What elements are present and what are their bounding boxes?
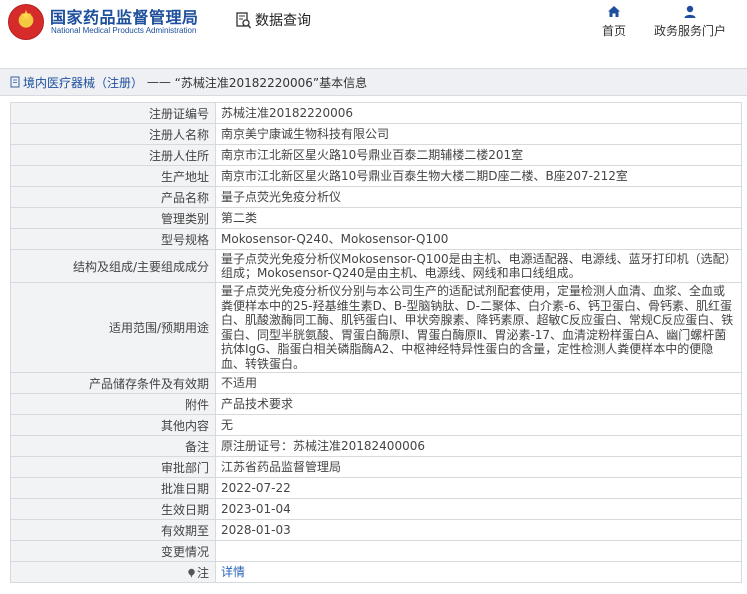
row-intended-use: 适用范围/预期用途 量子点荧光免疫分析仪分别与本公司生产的适配试剂配套使用，定量检…	[10, 282, 742, 373]
row-change-history: 变更情况	[10, 540, 742, 562]
field-value: 量子点荧光免疫分析仪	[215, 186, 742, 208]
row-structure-composition: 结构及组成/主要组成成分 量子点荧光免疫分析仪Mokosensor-Q100是由主…	[10, 249, 742, 283]
field-label: 结构及组成/主要组成成分	[10, 249, 216, 283]
user-icon	[684, 5, 696, 18]
document-icon	[10, 76, 20, 88]
field-value: 量子点荧光免疫分析仪Mokosensor-Q100是由主机、电源适配器、电源线、…	[215, 249, 742, 283]
field-value: 南京美宁康诚生物科技有限公司	[215, 123, 742, 145]
row-registration-number: 注册证编号 苏械注准20182220006	[10, 102, 742, 124]
row-storage-validity: 产品储存条件及有效期 不适用	[10, 372, 742, 394]
field-label: 其他内容	[10, 414, 216, 436]
field-label: 批准日期	[10, 477, 216, 499]
field-label: 生产地址	[10, 165, 216, 187]
row-effective-date: 生效日期 2023-01-04	[10, 498, 742, 520]
field-label: 附件	[10, 393, 216, 415]
field-value: 详情	[215, 561, 742, 583]
breadcrumb-category-link[interactable]: 境内医疗器械（注册）	[23, 74, 143, 91]
data-query-link[interactable]: 数据查询	[236, 9, 311, 31]
field-label: 注册证编号	[10, 102, 216, 124]
row-production-address: 生产地址 南京市江北新区星火路10号鼎业百泰生物大楼二期D座二楼、B座207-21…	[10, 165, 742, 187]
row-registrant-name: 注册人名称 南京美宁康诚生物科技有限公司	[10, 123, 742, 145]
field-value	[215, 540, 742, 562]
field-value: 2022-07-22	[215, 477, 742, 499]
field-value: 第二类	[215, 207, 742, 229]
field-label: 备注	[10, 435, 216, 457]
breadcrumb: 境内医疗器械（注册） —— “苏械注准20182220006”基本信息	[0, 68, 747, 96]
nav-service-label: 政务服务门户	[653, 24, 726, 38]
row-remarks: 备注 原注册证号：苏械注准20182400006	[10, 435, 742, 457]
details-link[interactable]: 详情	[221, 565, 245, 579]
field-value: 江苏省药品监督管理局	[215, 456, 742, 478]
row-model-spec: 型号规格 Mokosensor-Q240、Mokosensor-Q100	[10, 228, 742, 250]
nav-home[interactable]: 首页	[597, 4, 631, 39]
field-label: 变更情况	[10, 540, 216, 562]
nmpa-emblem-logo[interactable]	[8, 4, 44, 40]
field-label-with-icon: 注	[10, 561, 216, 583]
row-registrant-address: 注册人住所 南京市江北新区星火路10号鼎业百泰二期辅楼二楼201室	[10, 144, 742, 166]
field-label: 产品名称	[10, 186, 216, 208]
breadcrumb-separator: ——	[143, 75, 175, 89]
field-value: 苏械注准20182220006	[215, 102, 742, 124]
document-search-icon	[236, 11, 251, 28]
field-label: 注册人住所	[10, 144, 216, 166]
row-product-name: 产品名称 量子点荧光免疫分析仪	[10, 186, 742, 208]
site-header: 国家药品监督管理局 National Medical Products Admi…	[0, 0, 747, 48]
field-label: 生效日期	[10, 498, 216, 520]
field-value: 原注册证号：苏械注准20182400006	[215, 435, 742, 457]
field-label: 注册人名称	[10, 123, 216, 145]
field-value: 南京市江北新区星火路10号鼎业百泰二期辅楼二楼201室	[215, 144, 742, 166]
field-label: 审批部门	[10, 456, 216, 478]
record-detail-table: 注册证编号 苏械注准20182220006 注册人名称 南京美宁康诚生物科技有限公司…	[10, 102, 742, 583]
breadcrumb-record-title: “苏械注准20182220006”基本信息	[174, 75, 368, 90]
field-label: 注	[196, 565, 209, 580]
row-approval-date: 批准日期 2022-07-22	[10, 477, 742, 499]
row-expiry-date: 有效期至 2028-01-03	[10, 519, 742, 541]
pin-icon	[188, 568, 195, 578]
field-label: 型号规格	[10, 228, 216, 250]
nav-home-label: 首页	[601, 24, 626, 38]
field-value: 不适用	[215, 372, 742, 394]
row-approval-department: 审批部门 江苏省药品监督管理局	[10, 456, 742, 478]
brand-name-cn[interactable]: 国家药品监督管理局	[50, 4, 199, 28]
field-value: 无	[215, 414, 742, 436]
brand-name-en[interactable]: National Medical Products Administration	[51, 26, 196, 35]
field-value: 2023-01-04	[215, 498, 742, 520]
field-label: 管理类别	[10, 207, 216, 229]
breadcrumb-separator-text: ——	[146, 75, 171, 89]
row-note: 注 详情	[10, 561, 742, 583]
row-attachment: 附件 产品技术要求	[10, 393, 742, 415]
field-value: Mokosensor-Q240、Mokosensor-Q100	[215, 228, 742, 250]
field-value: 产品技术要求	[215, 393, 742, 415]
row-management-class: 管理类别 第二类	[10, 207, 742, 229]
field-label: 产品储存条件及有效期	[10, 372, 216, 394]
home-icon	[608, 6, 620, 17]
row-other-content: 其他内容无	[10, 414, 742, 436]
field-value: 南京市江北新区星火路10号鼎业百泰生物大楼二期D座二楼、B座207-212室	[215, 165, 742, 187]
nav-service-portal[interactable]: 政务服务门户	[652, 4, 728, 39]
data-query-label: 数据查询	[255, 13, 311, 29]
field-label: 适用范围/预期用途	[10, 282, 216, 373]
field-label: 有效期至	[10, 519, 216, 541]
field-value: 量子点荧光免疫分析仪分别与本公司生产的适配试剂配套使用，定量检测人血清、血浆、全…	[215, 282, 742, 373]
field-value: 2028-01-03	[215, 519, 742, 541]
